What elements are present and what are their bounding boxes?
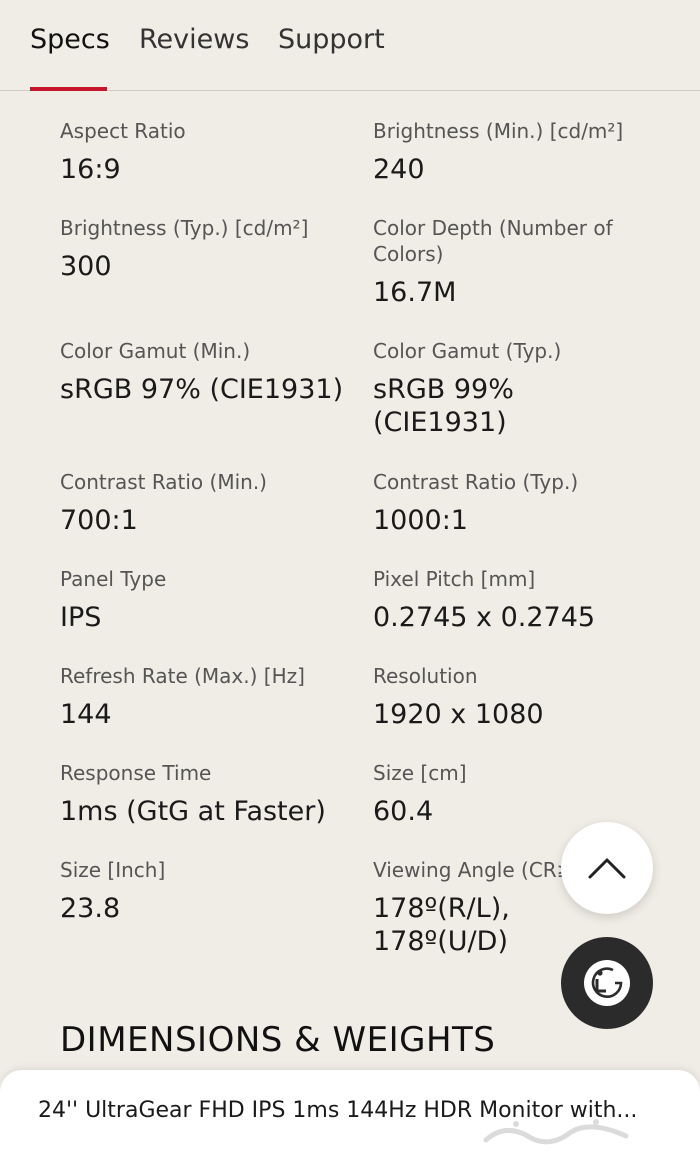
spec-label: Brightness (Typ.) [cd/m²] — [60, 216, 309, 240]
lg-logo-icon — [584, 960, 630, 1006]
section-heading-dimensions: DIMENSIONS & WEIGHTS — [60, 1020, 496, 1060]
spec-value: 1ms (GtG at Faster) — [60, 796, 326, 827]
spec-label: Color Gamut (Typ.) — [373, 339, 562, 363]
spec-color-depth: Color Depth (Number of Colors) 16.7M — [373, 215, 618, 309]
spec-label: Contrast Ratio (Typ.) — [373, 470, 579, 494]
spec-value: sRGB 97% (CIE1931) — [60, 374, 344, 405]
spec-value: 1920 x 1080 — [373, 699, 544, 730]
spec-contrast-min: Contrast Ratio (Min.) 700:1 — [60, 469, 350, 537]
spec-label: Contrast Ratio (Min.) — [60, 470, 267, 494]
spec-label: Resolution — [373, 664, 478, 688]
spec-value: 23.8 — [60, 893, 121, 924]
spec-value: 16:9 — [60, 154, 121, 185]
spec-value: 240 — [373, 154, 425, 185]
tab-reviews[interactable]: Reviews — [139, 24, 249, 55]
spec-value: 178º(R/L), 178º(U/D) — [373, 893, 510, 957]
tab-bar: Specs Reviews Support — [0, 0, 700, 91]
spec-label: Size [cm] — [373, 761, 467, 785]
spec-brightness-typ: Brightness (Typ.) [cd/m²] 300 — [60, 215, 350, 283]
spec-label: Viewing Angle (CR≥10) — [373, 858, 607, 882]
spec-label: Size [Inch] — [60, 858, 166, 882]
spec-label: Pixel Pitch [mm] — [373, 567, 536, 591]
spec-value: 0.2745 x 0.2745 — [373, 602, 596, 633]
lg-brand-button[interactable] — [561, 937, 653, 1029]
spec-response-time: Response Time 1ms (GtG at Faster) — [60, 760, 360, 828]
spec-viewing-angle: Viewing Angle (CR≥10) 178º(R/L), 178º(U/… — [373, 857, 607, 958]
spec-label: Brightness (Min.) [cd/m²] — [373, 119, 624, 143]
spec-brightness-min: Brightness (Min.) [cd/m²] 240 — [373, 118, 663, 186]
tab-support[interactable]: Support — [278, 24, 385, 55]
spec-pixel-pitch: Pixel Pitch [mm] 0.2745 x 0.2745 — [373, 566, 663, 634]
spec-label: Response Time — [60, 761, 212, 785]
watermark-icon — [483, 1119, 629, 1145]
scroll-to-top-button[interactable] — [561, 822, 653, 914]
active-tab-indicator — [30, 87, 107, 91]
spec-size-cm: Size [cm] 60.4 — [373, 760, 663, 828]
spec-refresh-rate: Refresh Rate (Max.) [Hz] 144 — [60, 663, 350, 731]
spec-value: 300 — [60, 251, 112, 282]
tab-specs[interactable]: Specs — [30, 24, 110, 55]
spec-label: Refresh Rate (Max.) [Hz] — [60, 664, 305, 688]
spec-size-inch: Size [Inch] 23.8 — [60, 857, 350, 925]
spec-value: 700:1 — [60, 505, 138, 536]
spec-aspect-ratio: Aspect Ratio 16:9 — [60, 118, 350, 186]
spec-value: 16.7M — [373, 277, 457, 308]
spec-label: Color Depth (Number of Colors) — [373, 216, 613, 266]
spec-color-gamut-min: Color Gamut (Min.) sRGB 97% (CIE1931) — [60, 338, 350, 406]
chevron-up-icon — [588, 858, 626, 879]
spec-label: Aspect Ratio — [60, 119, 186, 143]
spec-value: 144 — [60, 699, 112, 730]
spec-color-gamut-typ: Color Gamut (Typ.) sRGB 99% (CIE1931) — [373, 338, 562, 439]
spec-value: 1000:1 — [373, 505, 468, 536]
spec-label: Panel Type — [60, 567, 167, 591]
spec-resolution: Resolution 1920 x 1080 — [373, 663, 663, 731]
spec-value: IPS — [60, 602, 102, 633]
spec-panel-type: Panel Type IPS — [60, 566, 350, 634]
spec-contrast-typ: Contrast Ratio (Typ.) 1000:1 — [373, 469, 663, 537]
spec-label: Color Gamut (Min.) — [60, 339, 251, 363]
spec-value: sRGB 99% (CIE1931) — [373, 374, 514, 438]
